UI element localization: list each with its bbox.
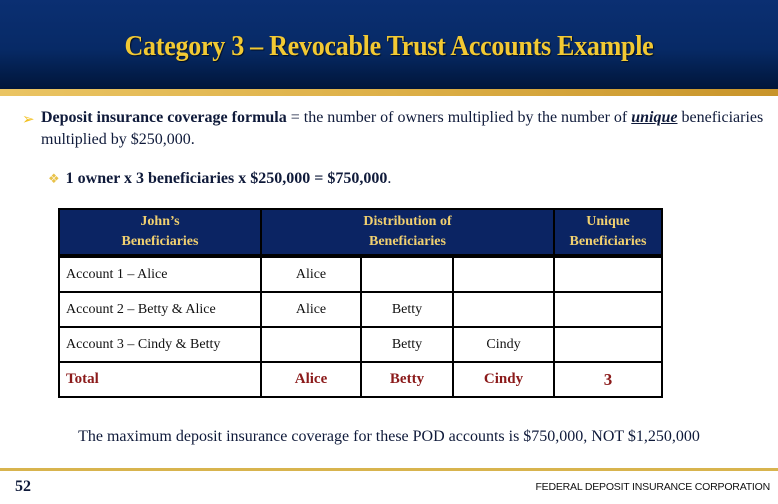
formula-emphasis: unique bbox=[631, 109, 678, 126]
header-label: Distribution of Beneficiaries bbox=[363, 214, 452, 249]
cell-distribution: Cindy bbox=[452, 326, 555, 363]
table-row: Account 3 – Cindy & Betty Betty Cindy bbox=[58, 326, 663, 363]
cell-account: Account 2 – Betty & Alice bbox=[58, 291, 262, 328]
footer-divider bbox=[0, 468, 778, 471]
header-label: John’s Beneficiaries bbox=[121, 214, 199, 249]
cell-unique bbox=[553, 326, 663, 363]
table-row: Account 1 – Alice Alice bbox=[58, 255, 663, 293]
formula-label: Deposit insurance coverage formula bbox=[41, 109, 287, 126]
cell-distribution bbox=[360, 255, 454, 293]
table-row: Account 2 – Betty & Alice Alice Betty bbox=[58, 291, 663, 328]
header-label: Unique Beneficiaries bbox=[569, 214, 647, 249]
cell-account: Account 3 – Cindy & Betty bbox=[58, 326, 262, 363]
cell-account: Account 1 – Alice bbox=[58, 255, 262, 293]
total-beneficiary: Cindy bbox=[452, 361, 555, 398]
example-bullet: ❖ 1 owner x 3 beneficiaries x $250,000 = … bbox=[48, 170, 391, 188]
cell-distribution: Alice bbox=[260, 255, 362, 293]
diamond-bullet-icon: ❖ bbox=[48, 171, 60, 186]
formula-bullet: ➢ Deposit insurance coverage formula = t… bbox=[22, 107, 772, 151]
total-unique-count: 3 bbox=[553, 361, 663, 398]
formula-text: Deposit insurance coverage formula = the… bbox=[41, 107, 772, 151]
header-distribution: Distribution of Beneficiaries bbox=[260, 208, 555, 257]
cell-unique bbox=[553, 255, 663, 293]
arrow-bullet-icon: ➢ bbox=[22, 112, 35, 128]
table-total-row: Total Alice Betty Cindy 3 bbox=[58, 361, 663, 398]
formula-body: = the number of owners multiplied by the… bbox=[286, 109, 632, 126]
example-period: . bbox=[387, 170, 392, 187]
cell-distribution bbox=[260, 326, 362, 363]
coverage-summary: The maximum deposit insurance coverage f… bbox=[78, 428, 700, 445]
cell-distribution: Betty bbox=[360, 291, 454, 328]
slide-header: Category 3 – Revocable Trust Accounts Ex… bbox=[0, 0, 778, 89]
header-divider bbox=[0, 89, 778, 96]
cell-distribution: Betty bbox=[360, 326, 454, 363]
slide-title: Category 3 – Revocable Trust Accounts Ex… bbox=[124, 31, 654, 62]
header-unique: Unique Beneficiaries bbox=[553, 208, 663, 257]
organization-name: FEDERAL DEPOSIT INSURANCE CORPORATION bbox=[535, 481, 770, 493]
total-label: Total bbox=[58, 361, 262, 398]
cell-distribution: Alice bbox=[260, 291, 362, 328]
page-number: 52 bbox=[15, 478, 31, 495]
header-johns-beneficiaries: John’s Beneficiaries bbox=[58, 208, 262, 257]
total-beneficiary: Alice bbox=[260, 361, 362, 398]
cell-distribution bbox=[452, 291, 555, 328]
cell-distribution bbox=[452, 255, 555, 293]
total-beneficiary: Betty bbox=[360, 361, 454, 398]
cell-unique bbox=[553, 291, 663, 328]
table-header-row: John’s Beneficiaries Distribution of Ben… bbox=[58, 208, 663, 257]
beneficiaries-table: John’s Beneficiaries Distribution of Ben… bbox=[58, 208, 663, 398]
example-calculation: 1 owner x 3 beneficiaries x $250,000 = $… bbox=[65, 170, 388, 187]
